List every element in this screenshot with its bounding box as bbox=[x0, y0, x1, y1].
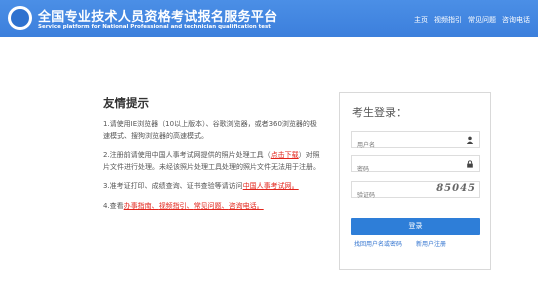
top-nav: 主页 视频指引 常见问题 咨询电话 bbox=[414, 15, 530, 25]
username-field[interactable] bbox=[351, 131, 480, 153]
captcha-field[interactable]: 85045 bbox=[351, 181, 480, 203]
cpta-link[interactable]: 中国人事考试网。 bbox=[243, 182, 299, 190]
guide-link[interactable]: 办事指南、 bbox=[124, 202, 159, 210]
site-subtitle: Service platform for National Profession… bbox=[38, 24, 271, 30]
contact-link[interactable]: 咨询电话。 bbox=[229, 202, 264, 210]
login-button[interactable]: 登录 bbox=[351, 218, 480, 235]
lock-icon bbox=[467, 160, 473, 168]
platform-logo bbox=[8, 6, 32, 30]
notice-item-2: 2.注册前请使用中国人事考试网提供的照片处理工具（点击下载）对照片文件进行处理。… bbox=[103, 151, 320, 171]
password-input[interactable] bbox=[352, 162, 479, 177]
download-tool-link[interactable]: 点击下载 bbox=[271, 151, 299, 159]
notice-heading: 友情提示 bbox=[103, 96, 149, 110]
notice-item-1: 1.请使用IE浏览器（10以上版本）、谷歌浏览器，或者360浏览器的极速模式、搜… bbox=[103, 120, 317, 140]
login-title: 考生登录： bbox=[352, 106, 407, 119]
login-panel: 考生登录： 85045 登录 找回用户名或密码 新用户注册 bbox=[339, 92, 491, 270]
video-link[interactable]: 视频指引、 bbox=[159, 202, 194, 210]
register-link[interactable]: 新用户注册 bbox=[416, 241, 446, 248]
user-icon bbox=[466, 136, 474, 144]
nav-faq[interactable]: 常见问题 bbox=[468, 15, 496, 25]
nav-home[interactable]: 主页 bbox=[414, 15, 428, 25]
nav-video-guide[interactable]: 视频指引 bbox=[434, 15, 462, 25]
login-links: 找回用户名或密码 新用户注册 bbox=[354, 239, 458, 248]
captcha-image[interactable]: 85045 bbox=[436, 183, 476, 194]
notice-item-3: 3.准考证打印、成绩查询、证书查验等请访问中国人事考试网。 bbox=[103, 182, 299, 190]
faq-link[interactable]: 常见问题、 bbox=[194, 202, 229, 210]
header: 全国专业技术人员资格考试报名服务平台 Service platform for … bbox=[0, 0, 538, 37]
forgot-link[interactable]: 找回用户名或密码 bbox=[354, 241, 402, 248]
password-field[interactable] bbox=[351, 155, 480, 177]
notice-item-4: 4.查看办事指南、视频指引、常见问题、咨询电话。 bbox=[103, 201, 264, 210]
site-title: 全国专业技术人员资格考试报名服务平台 bbox=[38, 10, 278, 25]
nav-contact[interactable]: 咨询电话 bbox=[502, 15, 530, 25]
notice-panel: 友情提示 1.请使用IE浏览器（10以上版本）、谷歌浏览器，或者360浏览器的极… bbox=[103, 95, 323, 220]
username-input[interactable] bbox=[352, 138, 479, 153]
